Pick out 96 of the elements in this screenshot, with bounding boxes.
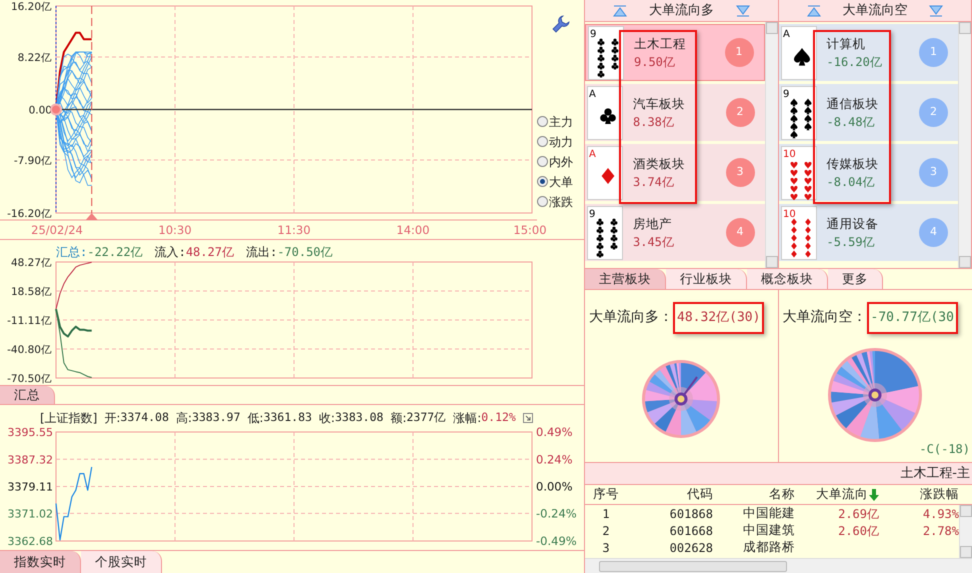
axis-label: -7.90亿 (14, 154, 52, 167)
board-value: 3.74亿 (633, 174, 675, 190)
rank-badge: 4 (919, 218, 948, 247)
axis-label: 0.49% (536, 425, 573, 439)
axis-label: 10:30 (158, 223, 192, 237)
board-name: 计算机 (826, 34, 866, 52)
table-cell-text: 中国能建 (742, 504, 795, 522)
bottom-note: -C(-18) (919, 441, 970, 458)
rank-badge: 1 (724, 38, 754, 67)
field-value: 2377亿 (406, 409, 446, 426)
board-name: 通信板块 (826, 94, 880, 112)
axis-label: 3387.32 (8, 453, 53, 466)
board-name: 酒类板块 (633, 154, 686, 172)
board-value: -8.48亿 (826, 114, 876, 130)
card-rank: 9 (589, 208, 596, 220)
axis-label: 8.22亿 (18, 52, 52, 64)
field-value: 3383.08 (334, 409, 384, 426)
card-rank: 9 (782, 88, 789, 100)
rank-badge: 3 (919, 158, 948, 187)
rank-badge: 2 (726, 98, 754, 127)
table-cell-text: 2.60亿 (837, 522, 879, 540)
card-rank: A (589, 88, 596, 100)
table-cell-text: 601868 (668, 506, 713, 522)
rank-badge: 4 (726, 218, 754, 247)
field-value: 3361.83 (263, 409, 312, 426)
axis-label: 48.27亿 (10, 257, 52, 269)
card-rank: A (782, 28, 790, 40)
board-name: 土木工程 (634, 34, 687, 52)
axis-label: -70.50亿 (7, 373, 52, 385)
rank-badge: 2 (919, 98, 948, 127)
axis-label: 18.58亿 (10, 286, 52, 298)
card-rank: 10 (782, 208, 796, 220)
table-cell-text: 2.69亿 (837, 506, 879, 522)
table-title: 土木工程-主 (900, 464, 970, 483)
axis-label: 0.00% (536, 480, 573, 494)
field-label: 额: (390, 410, 406, 427)
axis-label: 11:30 (277, 223, 311, 237)
table-cell-text: 1 (601, 506, 611, 522)
field-value: 3383.97 (192, 409, 240, 426)
board-value: -16.20亿 (826, 54, 883, 70)
table-cell-text: 2.78% (922, 522, 959, 540)
board-value: -8.04亿 (826, 174, 876, 190)
board-value: 9.50亿 (634, 54, 676, 70)
board-value: 3.45亿 (633, 234, 675, 250)
board-value: -5.59亿 (826, 234, 876, 250)
axis-label: -0.24% (536, 506, 577, 520)
field-label: 高: (176, 410, 192, 427)
axis-label: 3379.11 (8, 480, 53, 494)
axis-label: 16.20亿 (10, 1, 52, 13)
table-cell-text: 3 (601, 540, 611, 556)
board-title: 大单流向多 (648, 2, 714, 20)
table-cell-text: 2 (601, 522, 611, 540)
axis-label: 25/02/24 (31, 223, 83, 237)
field-label: 涨幅: (453, 410, 482, 427)
field-label: 低: (247, 410, 264, 427)
rank-badge: 3 (726, 158, 754, 187)
axis-label: -16.20亿 (7, 208, 52, 220)
table-cell-text: 中国建筑 (742, 521, 795, 540)
table-cell-text: 成都路桥 (742, 538, 795, 556)
summary-label: 流出: (246, 244, 278, 261)
table-cell-text: 4.93% (922, 506, 959, 522)
board-title: 大单流向空 (842, 2, 908, 20)
summary-value: -70.50亿 (277, 244, 333, 261)
axis-label: 3362.68 (8, 535, 53, 548)
axis-label: -40.80亿 (7, 344, 52, 356)
field-value: 3374.08 (120, 409, 169, 426)
summary-value: 48.27亿 (186, 244, 234, 261)
axis-label: 0.24% (536, 452, 573, 466)
card-rank: A (589, 148, 596, 160)
summary-label: 流入: (154, 244, 186, 261)
table-cell-text: 601668 (668, 522, 713, 540)
field-label: 开: (104, 410, 120, 427)
card-rank: 9 (590, 28, 596, 40)
card-rank: 10 (782, 148, 796, 160)
total-value: -70.77亿(30 (866, 302, 958, 334)
axis-label: 15:00 (513, 223, 547, 237)
board-name: 传媒板块 (826, 154, 880, 172)
axis-label: -0.49% (536, 534, 577, 548)
total-label: 大单流向空： (782, 308, 866, 328)
summary-label: 汇总: (56, 244, 88, 261)
field-label: 收: (318, 410, 335, 427)
total-label: 大单流向多： (589, 308, 673, 328)
index-name: [上证指数] (40, 410, 98, 427)
summary-value: -22.22亿 (87, 244, 143, 261)
board-name: 通用设备 (826, 214, 880, 232)
axis-label: 3395.55 (8, 426, 53, 439)
board-name: 汽车板块 (633, 94, 686, 112)
total-value: 48.32亿(30) (673, 302, 764, 334)
board-name: 房地产 (633, 214, 673, 232)
field-value: 0.12% (481, 409, 516, 426)
table-cell-text: 002628 (668, 540, 713, 556)
rank-badge: 1 (919, 38, 948, 67)
axis-label: 14:00 (396, 223, 430, 237)
board-value: 8.38亿 (633, 114, 675, 130)
axis-label: 3371.02 (8, 507, 53, 520)
axis-label: -11.11亿 (7, 315, 52, 327)
